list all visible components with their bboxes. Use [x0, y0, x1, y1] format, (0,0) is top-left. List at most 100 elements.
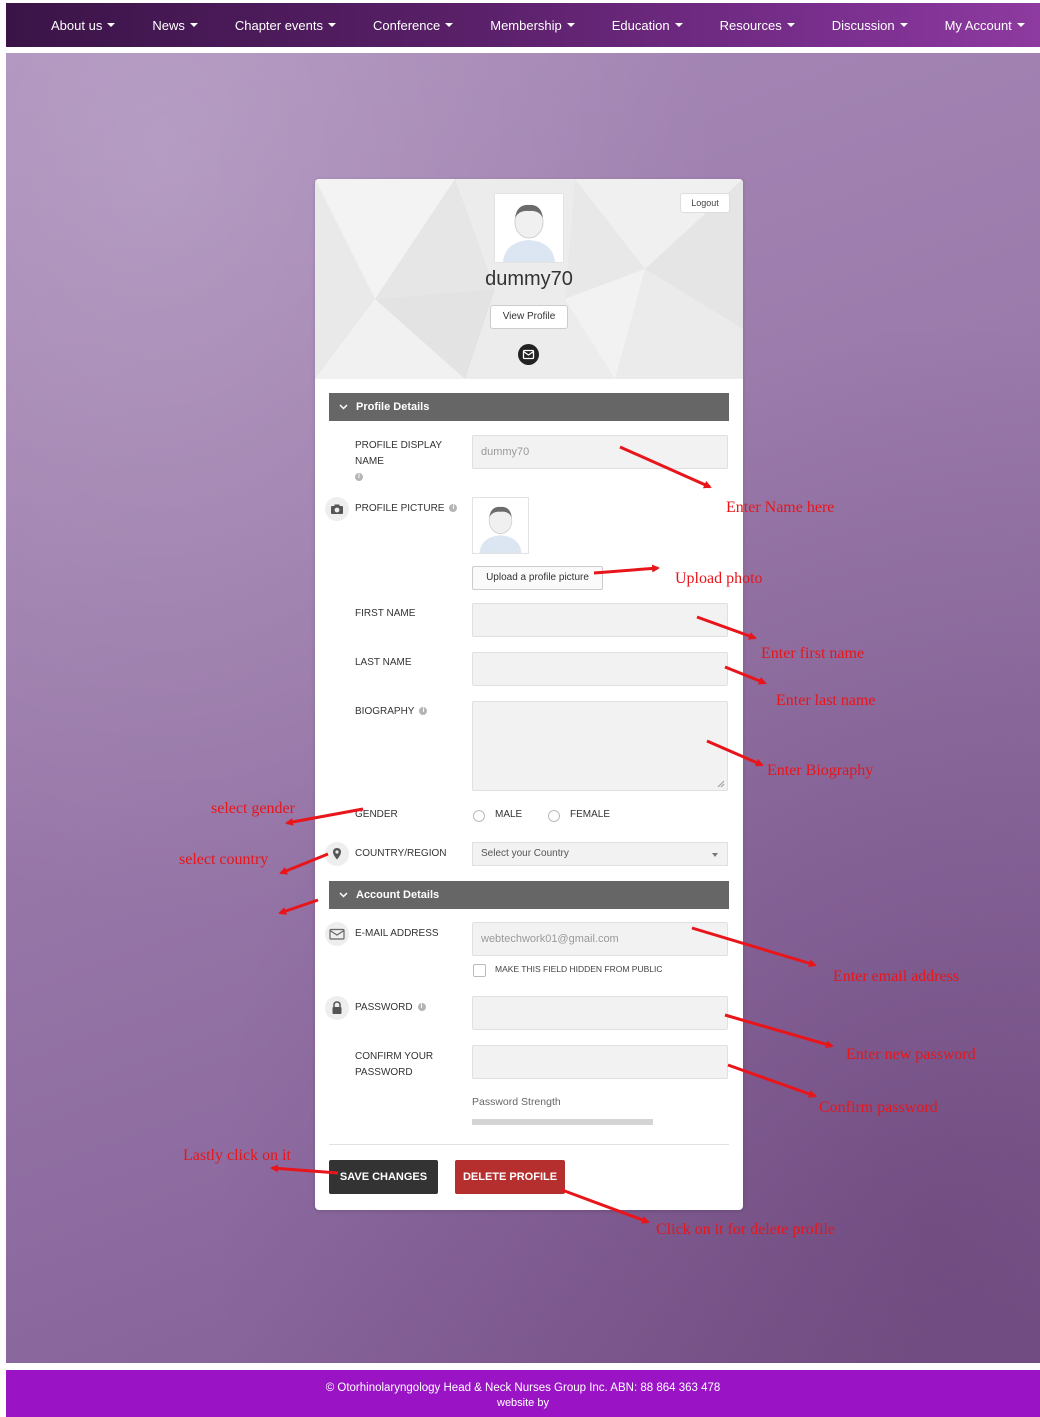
- caret-down-icon: [899, 23, 908, 27]
- profile-picture-preview: [472, 497, 529, 554]
- annotation-biography: Enter Biography: [767, 762, 874, 779]
- divider: [329, 1144, 729, 1145]
- label-text: BIOGRAPHY: [355, 706, 415, 717]
- first-name-field[interactable]: [472, 603, 728, 637]
- confirm-password-field[interactable]: [472, 1045, 728, 1079]
- nav-label: About us: [51, 17, 103, 33]
- chevron-down-icon: [339, 401, 348, 413]
- biography-textarea[interactable]: [472, 701, 728, 791]
- logout-button[interactable]: Logout: [680, 193, 730, 213]
- annotation-country: select country: [179, 851, 269, 868]
- nav-item-my-account[interactable]: My Account: [945, 18, 1025, 33]
- view-profile-button[interactable]: View Profile: [490, 305, 568, 329]
- info-icon[interactable]: i: [419, 707, 428, 716]
- envelope-icon: [325, 922, 349, 946]
- caret-down-icon: [786, 23, 795, 27]
- display-name-field[interactable]: dummy70: [472, 435, 728, 469]
- label-line: PASSWORD: [355, 1067, 413, 1078]
- label-line: CONFIRM YOUR: [355, 1051, 434, 1062]
- nav-label: Chapter events: [234, 17, 324, 33]
- nav-item-education[interactable]: Education: [612, 18, 683, 33]
- info-icon[interactable]: i: [355, 473, 363, 482]
- envelope-icon[interactable]: [518, 344, 539, 365]
- profile-card: Logout dummy70 View Profile Profile Deta…: [315, 179, 743, 1210]
- map-pin-icon: [325, 842, 349, 866]
- select-value: Select your Country: [481, 848, 569, 859]
- gender-female-radio[interactable]: [548, 810, 560, 822]
- caret-down-icon: [712, 853, 718, 857]
- caret-down-icon: [1016, 23, 1025, 27]
- upload-picture-button[interactable]: Upload a profile picture: [472, 566, 603, 590]
- gender-female-label[interactable]: FEMALE: [570, 809, 610, 820]
- annotation-first-name: Enter first name: [761, 645, 865, 662]
- section-title: Profile Details: [356, 401, 430, 413]
- profile-username: dummy70: [485, 268, 573, 290]
- info-icon[interactable]: i: [449, 504, 458, 513]
- confirm-password-label: CONFIRM YOUR PASSWORD: [355, 1049, 433, 1081]
- save-changes-button[interactable]: SAVE CHANGES: [329, 1160, 438, 1194]
- caret-down-icon: [189, 23, 198, 27]
- info-icon[interactable]: i: [417, 1003, 426, 1012]
- label-text: PROFILE PICTURE: [355, 503, 445, 514]
- password-field[interactable]: [472, 996, 728, 1030]
- nav-label: Discussion: [831, 17, 895, 33]
- footer: © Otorhinolaryngology Head & Neck Nurses…: [6, 1370, 1040, 1417]
- profile-header: Logout dummy70 View Profile: [315, 179, 743, 379]
- gender-label: GENDER: [355, 809, 398, 820]
- hide-email-label[interactable]: MAKE THIS FIELD HIDDEN FROM PUBLIC: [495, 964, 663, 974]
- resize-handle-icon: [717, 780, 725, 788]
- label-text: PASSWORD: [355, 1002, 413, 1013]
- nav-label: Resources: [719, 17, 782, 33]
- profile-details-section-header[interactable]: Profile Details: [329, 393, 729, 421]
- last-name-field[interactable]: [472, 652, 728, 686]
- password-strength-meter: [472, 1119, 653, 1125]
- caret-down-icon: [107, 23, 116, 27]
- chevron-down-icon: [339, 889, 348, 901]
- country-select[interactable]: Select your Country: [472, 842, 728, 866]
- nav-label: Education: [611, 17, 670, 33]
- user-avatar-icon: [503, 204, 555, 262]
- caret-down-icon: [674, 23, 683, 27]
- hide-email-checkbox[interactable]: [473, 964, 486, 977]
- user-avatar-icon: [479, 506, 522, 553]
- nav-item-membership[interactable]: Membership: [490, 18, 575, 33]
- annotation-gender: select gender: [211, 800, 295, 817]
- camera-icon: [325, 497, 349, 521]
- email-label: E-MAIL ADDRESS: [355, 928, 439, 939]
- footer-copyright: © Otorhinolaryngology Head & Neck Nurses…: [325, 1382, 721, 1394]
- nav-item-discussion[interactable]: Discussion: [832, 18, 908, 33]
- footer-credit[interactable]: website by: [6, 1396, 1040, 1411]
- nav-item-conference[interactable]: Conference: [373, 17, 454, 33]
- gender-male-radio[interactable]: [473, 810, 485, 822]
- annotation-delete: Click on it for delete profile: [656, 1221, 836, 1238]
- nav-item-about-us[interactable]: About us: [51, 17, 116, 33]
- nav-item-chapter-events[interactable]: Chapter events: [234, 17, 337, 33]
- nav-label: Conference: [373, 17, 441, 33]
- password-label: PASSWORD i: [355, 1000, 426, 1016]
- caret-down-icon: [328, 23, 337, 27]
- nav-item-resources[interactable]: Resources: [720, 18, 795, 33]
- country-label: COUNTRY/REGION: [355, 848, 447, 859]
- annotation-photo: Upload photo: [675, 570, 763, 587]
- section-title: Account Details: [356, 889, 440, 901]
- nav-label: News: [152, 17, 185, 33]
- annotation-email: Enter email address: [833, 968, 960, 985]
- email-field[interactable]: webtechwork01@gmail.com: [472, 922, 728, 956]
- annotation-name: Enter Name here: [726, 499, 835, 516]
- label-line: PROFILE DISPLAY: [355, 440, 443, 451]
- last-name-label: LAST NAME: [355, 657, 412, 668]
- delete-profile-button[interactable]: DELETE PROFILE: [455, 1160, 565, 1194]
- password-strength-label: Password Strength: [472, 1096, 561, 1108]
- annotation-last-name: Enter last name: [776, 692, 876, 709]
- annotation-new-password: Enter new password: [846, 1046, 976, 1063]
- profile-picture-label: PROFILE PICTURE i: [355, 501, 458, 517]
- label-line: NAME: [355, 456, 384, 467]
- nav-item-news[interactable]: News: [152, 18, 198, 33]
- annotation-save: Lastly click on it: [183, 1147, 291, 1164]
- gender-male-label[interactable]: MALE: [495, 809, 522, 820]
- top-navigation: About us News Chapter events Conference …: [6, 3, 1040, 47]
- display-name-label: PROFILE DISPLAY NAME i: [355, 438, 442, 486]
- caret-down-icon: [445, 23, 454, 27]
- avatar[interactable]: [494, 193, 564, 263]
- account-details-section-header[interactable]: Account Details: [329, 881, 729, 909]
